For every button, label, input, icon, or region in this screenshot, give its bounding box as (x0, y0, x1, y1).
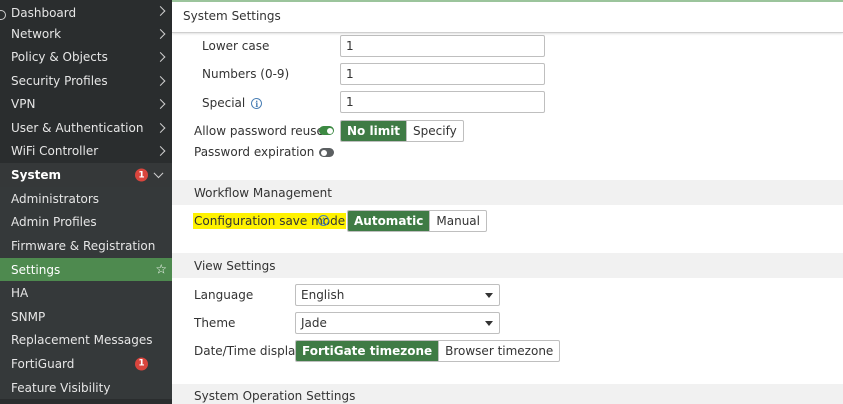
sidebar-item-vpn[interactable]: VPN (0, 93, 172, 117)
notification-badge: 1 (135, 168, 148, 182)
sidebar-item-label: System (11, 168, 61, 182)
system-operation-settings-header: System Operation Settings (172, 384, 843, 404)
caret-down-icon (485, 293, 493, 298)
chevron-right-icon (155, 75, 166, 86)
sidebar-item-label: Feature Visibility (11, 380, 111, 395)
chevron-right-icon (155, 52, 166, 63)
sidebar-item-network[interactable]: Network (0, 22, 172, 46)
save-mode-segmented: Automatic Manual (347, 210, 487, 232)
info-icon[interactable]: i (318, 215, 329, 226)
theme-label: Theme (194, 316, 236, 330)
theme-select[interactable]: Jade (295, 312, 500, 334)
sidebar: Dashboard Network Policy & Objects Secur… (0, 0, 172, 404)
sidebar-item-label: Settings (11, 262, 61, 277)
sidebar-item-label: Policy & Objects (11, 50, 108, 65)
workflow-management-header: Workflow Management (172, 180, 843, 205)
toggle-knob (326, 127, 333, 134)
automatic-option[interactable]: Automatic (348, 211, 430, 231)
password-reuse-segmented: No limit Specify (340, 120, 464, 142)
sidebar-item-label: WiFi Controller (11, 144, 99, 159)
sidebar-item-label: Network (11, 26, 62, 41)
view-settings-header: View Settings (172, 253, 843, 278)
caret-down-icon (485, 321, 493, 326)
manual-option[interactable]: Manual (429, 211, 486, 231)
sidebar-item-fortiguard[interactable]: FortiGuard 1 (0, 352, 172, 376)
sidebar-item-replacement-messages[interactable]: Replacement Messages (0, 328, 172, 353)
sidebar-item-system[interactable]: System 1 (0, 163, 172, 187)
dashboard-icon (0, 10, 6, 20)
sidebar-item-label: Firmware & Registration (11, 238, 156, 253)
sidebar-item-settings[interactable]: Settings ☆ (0, 257, 172, 282)
sidebar-item-label: HA (11, 286, 29, 301)
chevron-right-icon (155, 6, 166, 16)
sidebar-item-wifi-controller[interactable]: WiFi Controller (0, 140, 172, 164)
fortigate-timezone-option[interactable]: FortiGate timezone (296, 341, 439, 361)
toggle-knob (320, 149, 327, 156)
sidebar-item-label: Replacement Messages (11, 333, 153, 348)
sidebar-item-user-authentication[interactable]: User & Authentication (0, 116, 172, 140)
sidebar-item-administrators[interactable]: Administrators (0, 187, 172, 211)
lower-case-input[interactable]: 1 (340, 35, 545, 57)
sidebar-item-security-profiles[interactable]: Security Profiles (0, 69, 172, 93)
sidebar-item-label: User & Authentication (11, 120, 144, 135)
sidebar-item-label: VPN (11, 97, 36, 112)
chevron-right-icon (155, 146, 166, 157)
datetime-display-label: Date/Time display (194, 344, 303, 358)
notification-badge: 1 (135, 357, 148, 371)
lower-case-label: Lower case (202, 39, 270, 53)
sidebar-item-ha[interactable]: HA (0, 281, 172, 305)
language-label: Language (194, 288, 254, 302)
numbers-label: Numbers (0-9) (202, 67, 290, 81)
allow-password-reuse-toggle[interactable] (319, 126, 334, 135)
page-title: System Settings (183, 9, 281, 23)
language-select[interactable]: English (295, 284, 500, 306)
specify-option[interactable]: Specify (406, 121, 463, 141)
browser-timezone-option[interactable]: Browser timezone (438, 341, 559, 361)
sidebar-item-label: Admin Profiles (11, 215, 97, 230)
page-title-bar: System Settings (172, 0, 843, 33)
allow-password-reuse-label: Allow password reuse (194, 124, 324, 138)
chevron-right-icon (155, 122, 166, 133)
star-icon[interactable]: ☆ (155, 263, 167, 276)
sidebar-item-dashboard[interactable]: Dashboard (0, 0, 172, 22)
sidebar-item-label: Administrators (11, 191, 100, 206)
sidebar-item-policy-objects[interactable]: Policy & Objects (0, 46, 172, 70)
sidebar-item-label: Dashboard (11, 6, 77, 20)
password-expiration-toggle[interactable] (319, 148, 334, 157)
chevron-down-icon (153, 168, 164, 179)
sidebar-item-firmware-registration[interactable]: Firmware & Registration (0, 234, 172, 258)
datetime-display-segmented: FortiGate timezone Browser timezone (295, 340, 561, 362)
no-limit-option[interactable]: No limit (341, 121, 407, 141)
sidebar-item-label: Security Profiles (11, 73, 108, 88)
sidebar-item-label: SNMP (11, 309, 46, 324)
sidebar-item-feature-visibility[interactable]: Feature Visibility (0, 375, 172, 400)
special-label: Special i (202, 96, 263, 110)
numbers-input[interactable]: 1 (340, 63, 545, 85)
sidebar-item-label: FortiGuard (11, 356, 75, 371)
password-expiration-label: Password expiration (194, 145, 315, 159)
sidebar-item-admin-profiles[interactable]: Admin Profiles (0, 210, 172, 235)
chevron-right-icon (155, 28, 166, 39)
info-icon[interactable]: i (251, 98, 263, 109)
sidebar-item-snmp[interactable]: SNMP (0, 304, 172, 329)
chevron-right-icon (155, 99, 166, 110)
special-input[interactable]: 1 (340, 91, 545, 113)
